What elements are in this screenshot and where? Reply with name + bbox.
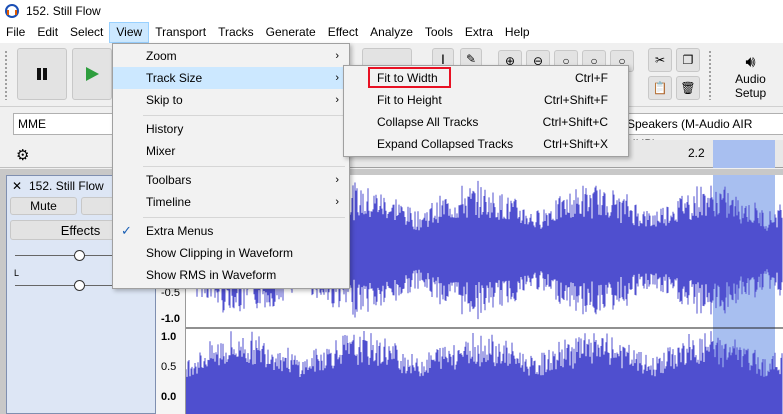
vruler-label: 0.0 [161, 391, 177, 403]
scissors-icon: ✂ [654, 53, 666, 67]
menu-separator [143, 166, 345, 167]
menu-tools[interactable]: Tools [419, 22, 459, 43]
submenu-arrow-icon: › [335, 94, 339, 106]
play-icon [86, 67, 99, 81]
submenu-arrow-icon: › [335, 50, 339, 62]
view-menu-show-clipping[interactable]: Show Clipping in Waveform [113, 242, 349, 264]
menu-label: Extra Menus [146, 224, 214, 238]
view-menu-timeline[interactable]: Timeline › [113, 191, 349, 213]
gear-icon[interactable]: ⚙ [16, 146, 29, 164]
menu-label: Expand Collapsed Tracks [377, 137, 514, 151]
submenu-arrow-icon: › [335, 196, 339, 208]
play-button[interactable] [72, 48, 112, 100]
edit-tools: ✂ ❐ 📋 🗑 [648, 48, 702, 102]
menu-label: Show Clipping in Waveform [146, 246, 293, 260]
gain-slider-thumb[interactable] [74, 250, 85, 261]
menu-fit-to-height[interactable]: Fit to Height Ctrl+Shift+F [344, 89, 628, 111]
menu-separator [143, 115, 345, 116]
menu-effect[interactable]: Effect [322, 22, 364, 43]
pause-icon [37, 68, 47, 80]
menu-tracks[interactable]: Tracks [212, 22, 260, 43]
window-title: 152. Still Flow [26, 4, 101, 18]
submenu-arrow-icon: › [335, 174, 339, 186]
menu-label: Mixer [146, 144, 176, 158]
audio-setup-button[interactable]: 🔊︎ Audio Setup [718, 48, 783, 100]
ruler-selection [713, 140, 775, 168]
view-menu-track-size[interactable]: Track Size › [113, 67, 349, 89]
menu-analyze[interactable]: Analyze [364, 22, 419, 43]
menu-label: Fit to Height [377, 93, 442, 107]
menu-help[interactable]: Help [499, 22, 536, 43]
view-menu-history[interactable]: History [113, 118, 349, 140]
cut-button[interactable]: ✂ [648, 48, 672, 72]
output-device-combo[interactable]: Speakers (M-Audio AIR HUB) [622, 113, 783, 151]
menu-generate[interactable]: Generate [260, 22, 322, 43]
copy-button[interactable]: ❐ [676, 48, 700, 72]
menu-collapse-all-tracks[interactable]: Collapse All Tracks Ctrl+Shift+C [344, 111, 628, 133]
menu-bar: File Edit Select View Transport Tracks G… [0, 22, 783, 43]
speaker-icon: 🔊︎ [745, 54, 756, 71]
menu-shortcut: Ctrl+F [575, 71, 608, 85]
view-menu-dropdown: Zoom › Track Size › Skip to › History Mixer… [112, 43, 350, 289]
track-name[interactable]: 152. Still Flow [29, 179, 104, 193]
paste-button[interactable]: 📋 [648, 76, 672, 100]
menu-shortcut: Ctrl+Shift+F [543, 93, 608, 107]
paste-icon: 📋 [652, 81, 668, 95]
menu-separator [143, 217, 345, 218]
menu-label: Skip to [146, 93, 183, 107]
menu-shortcut: Ctrl+Shift+X [543, 137, 608, 151]
menu-file[interactable]: File [0, 22, 31, 43]
copy-icon: ❐ [682, 53, 694, 67]
menu-label: Toolbars [146, 173, 192, 187]
pencil-icon: ✎ [465, 52, 477, 66]
view-menu-zoom[interactable]: Zoom › [113, 45, 349, 67]
pause-button[interactable] [17, 48, 67, 100]
vruler-label: 1.0 [161, 331, 177, 343]
submenu-arrow-icon: › [335, 72, 339, 84]
menu-select[interactable]: Select [64, 22, 109, 43]
menu-label: Collapse All Tracks [377, 115, 479, 129]
audio-host-combo[interactable]: MME [13, 113, 113, 135]
checkmark-icon: ✓ [121, 223, 132, 238]
menu-edit[interactable]: Edit [31, 22, 64, 43]
view-menu-toolbars[interactable]: Toolbars › [113, 169, 349, 191]
delete-button[interactable]: 🗑 [676, 76, 700, 100]
toolbar-grip[interactable] [4, 50, 8, 100]
menu-extra[interactable]: Extra [459, 22, 499, 43]
view-menu-skip-to[interactable]: Skip to › [113, 89, 349, 111]
close-track-icon[interactable]: ✕ [12, 179, 22, 193]
menu-label: History [146, 122, 184, 136]
view-menu-show-rms[interactable]: Show RMS in Waveform [113, 264, 349, 286]
mute-button[interactable]: Mute [10, 197, 77, 215]
menu-label: Timeline [146, 195, 191, 209]
pan-slider-thumb[interactable] [74, 280, 85, 291]
menu-view[interactable]: View [109, 22, 150, 43]
menu-expand-collapsed-tracks[interactable]: Expand Collapsed Tracks Ctrl+Shift+X [344, 133, 628, 155]
view-menu-extra-menus[interactable]: ✓ Extra Menus [113, 220, 349, 242]
pan-left-label: L [14, 268, 20, 278]
menu-label: Track Size [146, 71, 203, 85]
menu-shortcut: Ctrl+Shift+C [542, 115, 608, 129]
toolbar-grip-2[interactable] [708, 50, 712, 100]
trash-icon: 🗑 [680, 81, 696, 95]
track-size-submenu: Fit to Width Ctrl+F Fit to Height Ctrl+S… [343, 65, 629, 157]
audacity-app-icon [5, 4, 19, 18]
title-bar: 152. Still Flow [0, 0, 783, 22]
audio-setup-label: Audio Setup [734, 72, 767, 100]
menu-label: Show RMS in Waveform [146, 268, 277, 282]
highlight-box [368, 67, 451, 88]
menu-transport[interactable]: Transport [149, 22, 212, 43]
ruler-tick-label: 2.2 [688, 146, 705, 160]
waveform-channel-right [186, 331, 783, 414]
vruler-label: -1.0 [161, 313, 180, 325]
menu-label: Zoom [146, 49, 177, 63]
view-menu-mixer[interactable]: Mixer [113, 140, 349, 162]
vruler-label: 0.5 [161, 361, 177, 373]
